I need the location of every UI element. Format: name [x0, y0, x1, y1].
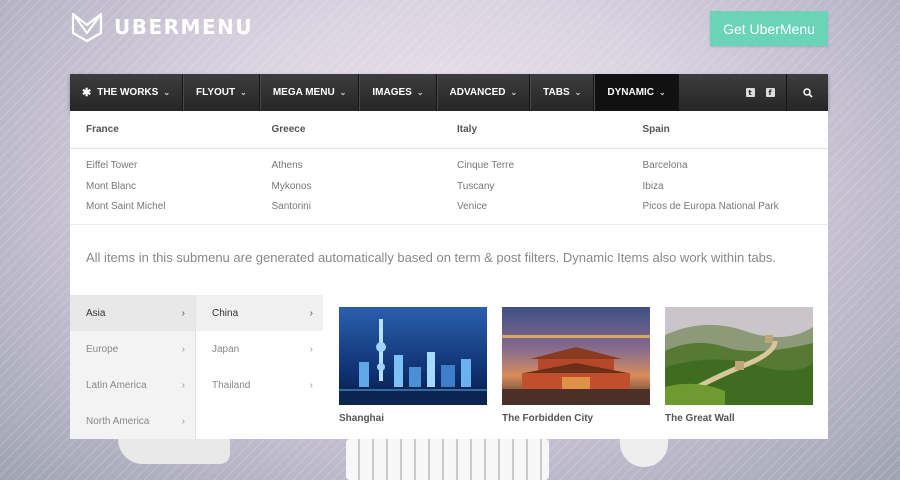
column-headers: France Greece Italy Spain [70, 111, 828, 148]
shanghai-image [339, 307, 487, 405]
nav-images[interactable]: IMAGES ⌄ [359, 74, 437, 111]
tab-label: Latin America [86, 379, 147, 391]
tab-label: Japan [212, 343, 240, 355]
tab-japan[interactable]: Japan › [196, 331, 323, 367]
column-title-spain[interactable]: Spain [643, 111, 829, 148]
link-tuscany[interactable]: Tuscany [457, 181, 643, 202]
chevron-down-icon: ⌄ [510, 88, 518, 97]
main-menubar: ✱ THE WORKS ⌄ FLYOUT ⌄ MEGA MENU ⌄ IMAGE… [70, 74, 828, 111]
nav-the-works[interactable]: ✱ THE WORKS ⌄ [70, 74, 184, 111]
region-tabs: Asia › Europe › Latin America › North Am… [70, 295, 196, 439]
nav-label: ADVANCED [449, 87, 506, 98]
great-wall-image [665, 307, 813, 405]
chevron-right-icon: › [309, 379, 313, 391]
link-athens[interactable]: Athens [272, 160, 458, 181]
tab-china[interactable]: China › [196, 295, 323, 331]
ubermenu-logo-icon [71, 12, 103, 43]
chevron-down-icon: ⌄ [659, 88, 666, 97]
chevron-down-icon: ⌄ [339, 88, 347, 97]
link-venice[interactable]: Venice [457, 201, 643, 222]
tabbed-section: Asia › Europe › Latin America › North Am… [70, 295, 828, 439]
chevron-down-icon: ⌄ [416, 88, 424, 97]
column-title-italy[interactable]: Italy [457, 111, 643, 148]
link-mont-saint-michel[interactable]: Mont Saint Michel [86, 201, 272, 222]
column-title-greece[interactable]: Greece [272, 111, 458, 148]
get-ubermenu-button[interactable]: Get UberMenu [710, 11, 828, 46]
dynamic-submenu-panel: France Greece Italy Spain Eiffel Tower M… [70, 111, 828, 439]
logo[interactable]: UBERMENU [70, 11, 253, 43]
card-forbidden-city[interactable]: The Forbidden City [502, 307, 650, 439]
link-picos-de-europa[interactable]: Picos de Europa National Park [643, 201, 829, 222]
chevron-down-icon: ⌄ [163, 88, 171, 97]
dynamic-items-note: All items in this submenu are generated … [70, 223, 828, 290]
chevron-right-icon: › [181, 379, 185, 391]
link-barcelona[interactable]: Barcelona [643, 160, 829, 181]
nav-label: TABS [543, 87, 570, 98]
column-title-france[interactable]: France [86, 111, 272, 148]
column-lists: Eiffel Tower Mont Blanc Mont Saint Miche… [70, 149, 828, 222]
link-eiffel-tower[interactable]: Eiffel Tower [86, 160, 272, 181]
link-cinque-terre[interactable]: Cinque Terre [457, 160, 643, 181]
desk-prop [118, 439, 230, 464]
nav-label: IMAGES [372, 87, 412, 98]
gear-icon: ✱ [82, 87, 92, 99]
card-shanghai[interactable]: Shanghai [339, 307, 487, 439]
nav-dynamic[interactable]: DYNAMIC ⌄ [594, 74, 679, 111]
twitter-link[interactable]: t [740, 74, 760, 111]
search-button[interactable] [786, 74, 828, 111]
tab-north-america[interactable]: North America › [70, 403, 195, 439]
nav-label: FLYOUT [196, 87, 236, 98]
chevron-right-icon: › [181, 415, 185, 427]
mouse-prop [620, 439, 668, 467]
nav-advanced[interactable]: ADVANCED ⌄ [436, 74, 531, 111]
nav-flyout[interactable]: FLYOUT ⌄ [183, 74, 260, 111]
nav-label: THE WORKS [97, 87, 159, 98]
country-tabs: China › Japan › Thailand › [196, 295, 323, 439]
nav-label: MEGA MENU [272, 87, 335, 98]
tab-europe[interactable]: Europe › [70, 331, 195, 367]
link-mykonos[interactable]: Mykonos [272, 181, 458, 202]
chevron-right-icon: › [309, 307, 313, 319]
keyboard-prop [346, 439, 549, 480]
link-santorini[interactable]: Santorini [272, 201, 458, 222]
chevron-down-icon: ⌄ [240, 88, 247, 97]
card-title: Shanghai [339, 413, 385, 424]
tab-asia[interactable]: Asia › [70, 295, 195, 331]
facebook-link[interactable]: f [760, 74, 780, 111]
link-mont-blanc[interactable]: Mont Blanc [86, 181, 272, 202]
chevron-right-icon: › [309, 343, 313, 355]
chevron-right-icon: › [181, 307, 185, 319]
tab-thailand[interactable]: Thailand › [196, 367, 323, 403]
card-great-wall[interactable]: The Great Wall [665, 307, 813, 439]
facebook-icon: f [765, 88, 775, 97]
nav-mega-menu[interactable]: MEGA MENU ⌄ [259, 74, 360, 111]
link-ibiza[interactable]: Ibiza [643, 181, 829, 202]
tab-label: Thailand [212, 379, 251, 391]
card-title: The Forbidden City [502, 413, 594, 424]
twitter-icon: t [745, 88, 755, 97]
chevron-down-icon: ⌄ [574, 88, 582, 97]
tab-label: North America [86, 415, 150, 427]
search-icon [802, 87, 813, 98]
brand-name: UBERMENU [114, 15, 254, 39]
tab-label: Asia [86, 307, 106, 319]
card-title: The Great Wall [665, 413, 735, 424]
tab-latin-america[interactable]: Latin America › [70, 367, 195, 403]
destination-cards: Shanghai The Forbidden City The Great Wa… [323, 295, 828, 439]
tab-label: Europe [86, 343, 119, 355]
nav-tabs[interactable]: TABS ⌄ [530, 74, 595, 111]
nav-label: DYNAMIC [607, 87, 655, 98]
tab-label: China [212, 307, 239, 319]
chevron-right-icon: › [181, 343, 185, 355]
forbidden-city-image [502, 307, 650, 405]
